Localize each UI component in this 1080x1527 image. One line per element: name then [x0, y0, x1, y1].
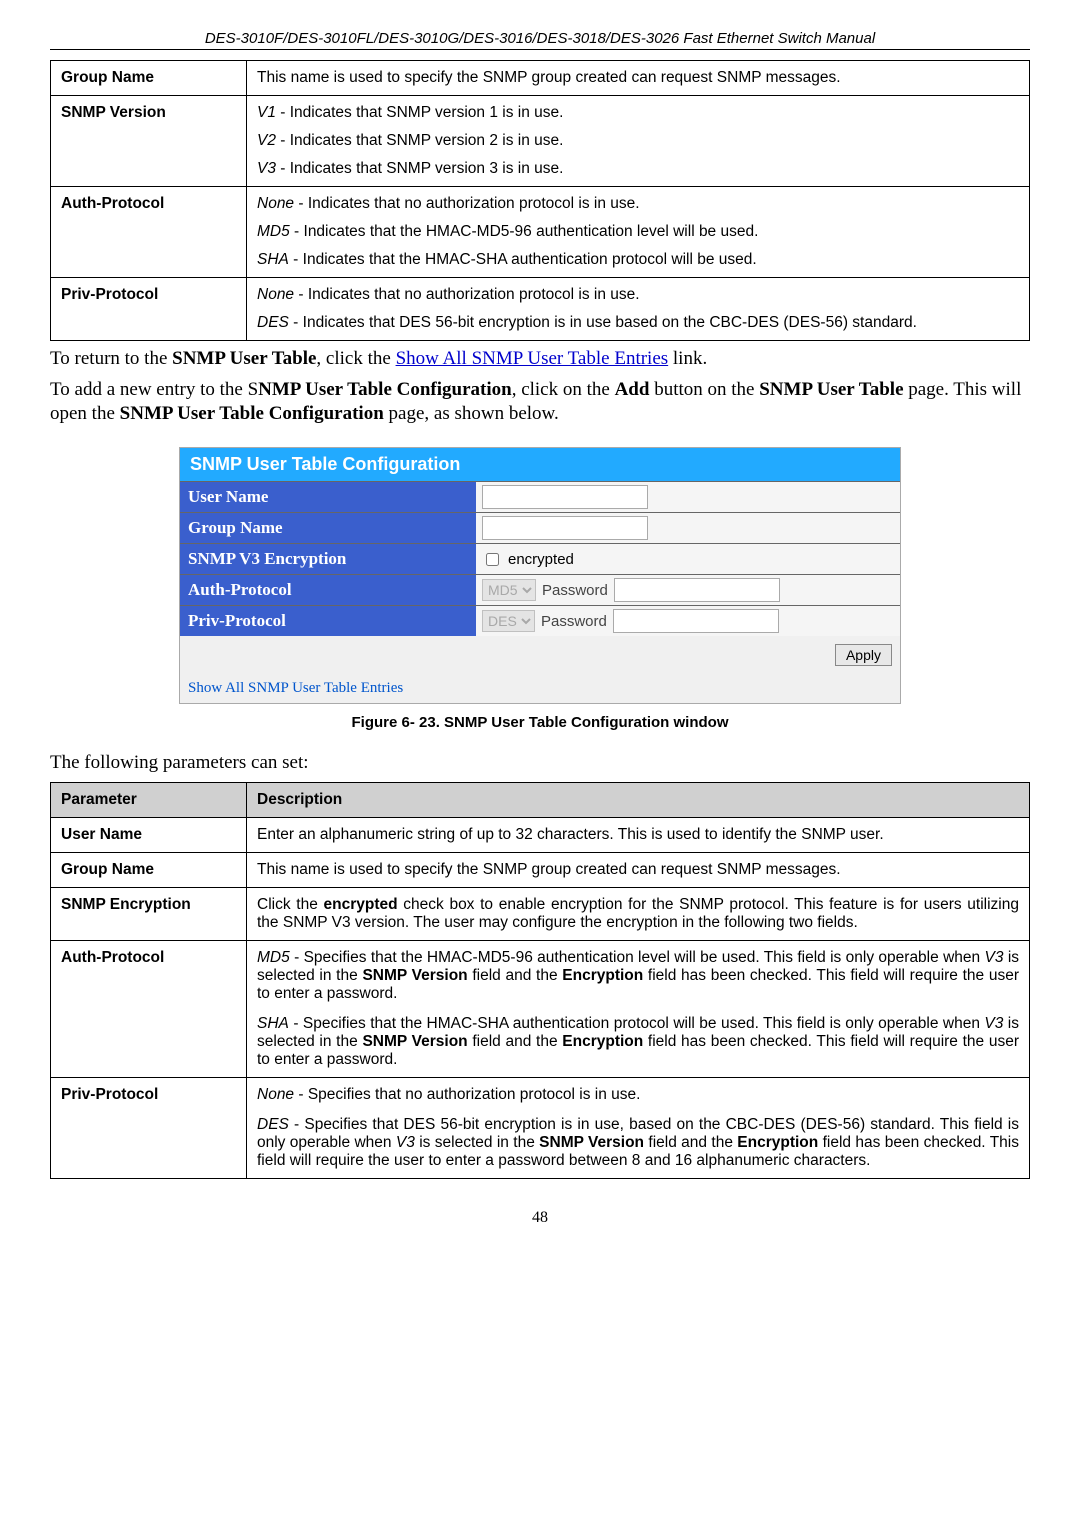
term: None: [257, 195, 294, 212]
def: - Indicates that no authorization protoc…: [294, 286, 640, 303]
term: V2: [257, 132, 276, 149]
row-label: SNMP Version: [51, 96, 247, 187]
priv-protocol-select[interactable]: DES: [482, 610, 535, 632]
row-label: Auth-Protocol: [51, 187, 247, 278]
def: - Indicates that DES 56-bit encryption i…: [289, 314, 917, 331]
row-label: Group Name: [51, 852, 247, 887]
field-label: Priv-Protocol: [180, 606, 476, 636]
paragraph: To return to the SNMP User Table, click …: [50, 347, 1030, 372]
field-label: SNMP V3 Encryption: [180, 544, 476, 574]
password-label: Password: [542, 582, 608, 599]
term: V3: [257, 160, 276, 177]
page-number: 48: [50, 1209, 1030, 1227]
row-label: Auth-Protocol: [51, 940, 247, 1077]
row-desc: None - Indicates that no authorization p…: [247, 187, 1030, 278]
row-desc: This name is used to specify the SNMP gr…: [247, 852, 1030, 887]
row-desc: This name is used to specify the SNMP gr…: [247, 61, 1030, 96]
paragraph: To add a new entry to the SNMP User Tabl…: [50, 378, 1030, 427]
definitions-table-1: Group Name This name is used to specify …: [50, 60, 1030, 341]
auth-password-input[interactable]: [614, 578, 780, 602]
row-desc: Click the encrypted check box to enable …: [247, 887, 1030, 940]
row-desc: None - Indicates that no authorization p…: [247, 278, 1030, 341]
row-label: User Name: [51, 817, 247, 852]
figure-caption: Figure 6- 23. SNMP User Table Configurat…: [50, 714, 1030, 731]
show-all-link[interactable]: Show All SNMP User Table Entries: [396, 348, 669, 369]
row-desc: None - Specifies that no authorization p…: [247, 1077, 1030, 1178]
def: - Indicates that no authorization protoc…: [294, 195, 640, 212]
show-all-link[interactable]: Show All SNMP User Table Entries: [188, 680, 403, 696]
col-header: Parameter: [51, 782, 247, 817]
def: - Indicates that SNMP version 3 is in us…: [276, 160, 563, 177]
row-label: Priv-Protocol: [51, 278, 247, 341]
col-header: Description: [247, 782, 1030, 817]
field-label: Auth-Protocol: [180, 575, 476, 605]
auth-protocol-select[interactable]: MD5: [482, 579, 536, 601]
row-desc: MD5 - Specifies that the HMAC-MD5-96 aut…: [247, 940, 1030, 1077]
row-label: Priv-Protocol: [51, 1077, 247, 1178]
paragraph: The following parameters can set:: [50, 751, 1030, 776]
user-name-input[interactable]: [482, 485, 648, 509]
row-desc: Enter an alphanumeric string of up to 32…: [247, 817, 1030, 852]
term: DES: [257, 314, 289, 331]
def: - Indicates that SNMP version 1 is in us…: [276, 104, 563, 121]
figure-title: SNMP User Table Configuration: [180, 448, 900, 481]
apply-button[interactable]: Apply: [835, 644, 892, 666]
term: V1: [257, 104, 276, 121]
password-label: Password: [541, 613, 607, 630]
term: SHA: [257, 251, 289, 268]
parameters-table: Parameter Description User Name Enter an…: [50, 782, 1030, 1179]
term: MD5: [257, 223, 290, 240]
def: - Indicates that the HMAC-MD5-96 authent…: [290, 223, 759, 240]
def: - Indicates that the HMAC-SHA authentica…: [289, 251, 757, 268]
field-label: User Name: [180, 482, 476, 512]
term: None: [257, 286, 294, 303]
group-name-input[interactable]: [482, 516, 648, 540]
def: - Indicates that SNMP version 2 is in us…: [276, 132, 563, 149]
row-label: SNMP Encryption: [51, 887, 247, 940]
encrypted-checkbox[interactable]: [486, 553, 499, 566]
header-product-line: DES-3010F/DES-3010FL/DES-3010G/DES-3016/…: [50, 30, 1030, 50]
priv-password-input[interactable]: [613, 609, 779, 633]
checkbox-label: encrypted: [508, 551, 574, 568]
row-desc: V1 - Indicates that SNMP version 1 is in…: [247, 96, 1030, 187]
row-label: Group Name: [51, 61, 247, 96]
field-label: Group Name: [180, 513, 476, 543]
config-figure: SNMP User Table Configuration User Name …: [179, 447, 901, 704]
